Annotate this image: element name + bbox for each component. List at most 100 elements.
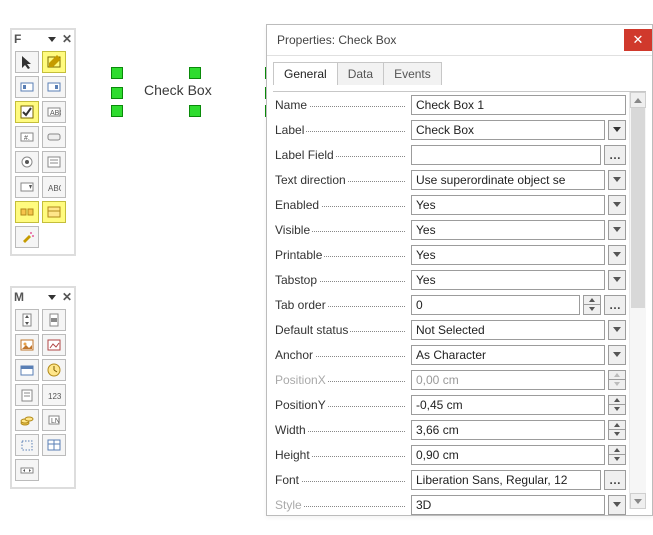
label-tool-button[interactable]: ABC: [42, 176, 66, 198]
text-direction-select[interactable]: [411, 170, 605, 190]
svg-text:#.: #.: [24, 135, 30, 142]
dropdown-icon[interactable]: [608, 320, 626, 340]
combobox-tool-button[interactable]: [15, 176, 39, 198]
toolbar-close-icon[interactable]: ✕: [62, 32, 72, 46]
date-field-tool-button[interactable]: [15, 359, 39, 381]
resize-handle[interactable]: [189, 67, 201, 79]
file-selection-tool-button[interactable]: [15, 384, 39, 406]
tab-order-input[interactable]: [411, 295, 580, 315]
scroll-thumb[interactable]: [631, 108, 645, 308]
scrollbar-tool-button[interactable]: [42, 309, 66, 331]
label-style: Style: [275, 498, 411, 512]
push-button-tool-button[interactable]: [42, 126, 66, 148]
group-box-tool-button[interactable]: [15, 434, 39, 456]
height-input[interactable]: [411, 445, 605, 465]
tab-events[interactable]: Events: [384, 62, 442, 85]
dropdown-icon[interactable]: [608, 270, 626, 290]
resize-handle[interactable]: [111, 67, 123, 79]
toolbar-more-controls: M ✕ 123 LN: [10, 286, 76, 489]
label-font: Font: [275, 473, 411, 487]
spin-buttons[interactable]: [608, 420, 626, 440]
design-mode-button[interactable]: [42, 51, 66, 73]
label-anchor: Anchor: [275, 348, 411, 362]
dialog-titlebar[interactable]: Properties: Check Box ✕: [267, 25, 652, 56]
dialog-title: Properties: Check Box: [277, 33, 624, 47]
dropdown-icon[interactable]: [608, 195, 626, 215]
wizards-button[interactable]: [15, 226, 39, 248]
tab-data[interactable]: Data: [338, 62, 384, 85]
font-input[interactable]: [411, 470, 601, 490]
default-status-select[interactable]: [411, 320, 605, 340]
dropdown-icon[interactable]: [608, 495, 626, 515]
label-name: Name: [275, 98, 411, 112]
toolbar-title: F: [14, 32, 42, 46]
label-height: Height: [275, 448, 411, 462]
toolbar-menu-icon[interactable]: [48, 295, 56, 300]
toolbar-close-icon[interactable]: ✕: [62, 290, 72, 304]
ellipsis-button[interactable]: …: [604, 295, 626, 315]
label-field-input[interactable]: [411, 145, 601, 165]
dropdown-icon[interactable]: [608, 220, 626, 240]
formatted-field-button[interactable]: #.: [15, 126, 39, 148]
dropdown-icon[interactable]: [608, 245, 626, 265]
name-input[interactable]: [411, 95, 626, 115]
anchor-select[interactable]: [411, 345, 605, 365]
toolbar-form-controls: F ✕ ABC #. ABC: [10, 28, 76, 256]
ellipsis-button[interactable]: …: [604, 145, 626, 165]
dialog-close-button[interactable]: ✕: [624, 29, 652, 51]
scrollbar[interactable]: [629, 92, 646, 509]
resize-handle[interactable]: [189, 105, 201, 117]
form-control-button-2[interactable]: [42, 76, 66, 98]
toolbar-menu-icon[interactable]: [48, 37, 56, 42]
label-tabstop: Tabstop: [275, 273, 411, 287]
design-checkbox-control[interactable]: Check Box: [116, 72, 272, 112]
width-input[interactable]: [411, 420, 605, 440]
form-control-button-1[interactable]: [15, 76, 39, 98]
resize-handle[interactable]: [111, 87, 123, 99]
position-y-input[interactable]: [411, 395, 605, 415]
dropdown-icon[interactable]: [608, 120, 626, 140]
time-field-tool-button[interactable]: [42, 359, 66, 381]
form-design-button[interactable]: [42, 201, 66, 223]
listbox-tool-button[interactable]: [42, 151, 66, 173]
image-button-tool-button[interactable]: [15, 334, 39, 356]
more-controls-button[interactable]: [15, 201, 39, 223]
select-tool-button[interactable]: [15, 51, 39, 73]
label-input[interactable]: [411, 120, 605, 140]
label-width: Width: [275, 423, 411, 437]
scroll-down-icon[interactable]: [630, 493, 646, 509]
svg-text:ABC: ABC: [50, 110, 61, 117]
ellipsis-button[interactable]: …: [604, 470, 626, 490]
position-x-input: [411, 370, 605, 390]
label-enabled: Enabled: [275, 198, 411, 212]
spin-buttons[interactable]: [608, 445, 626, 465]
spin-buttons[interactable]: [608, 395, 626, 415]
checkbox-tool-button[interactable]: [15, 101, 39, 123]
option-button-tool-button[interactable]: [15, 151, 39, 173]
style-select[interactable]: [411, 495, 605, 515]
label-visible: Visible: [275, 223, 411, 237]
visible-select[interactable]: [411, 220, 605, 240]
spin-buttons: [608, 370, 626, 390]
svg-text:123: 123: [48, 392, 61, 401]
image-control-tool-button[interactable]: [42, 334, 66, 356]
tabstop-select[interactable]: [411, 270, 605, 290]
enabled-select[interactable]: [411, 195, 605, 215]
toolbar-title: M: [14, 290, 42, 304]
numeric-field-tool-button[interactable]: 123: [42, 384, 66, 406]
label-position-y: PositionY: [275, 398, 411, 412]
dropdown-icon[interactable]: [608, 170, 626, 190]
label-position-x: PositionX: [275, 373, 411, 387]
pattern-field-tool-button[interactable]: LN: [42, 409, 66, 431]
scroll-up-icon[interactable]: [630, 92, 646, 108]
navigation-bar-tool-button[interactable]: [15, 459, 39, 481]
textbox-tool-button[interactable]: ABC: [42, 101, 66, 123]
spin-button-tool-button[interactable]: [15, 309, 39, 331]
tab-general[interactable]: General: [273, 62, 338, 85]
currency-field-tool-button[interactable]: [15, 409, 39, 431]
spin-buttons[interactable]: [583, 295, 601, 315]
resize-handle[interactable]: [111, 105, 123, 117]
table-control-tool-button[interactable]: [42, 434, 66, 456]
printable-select[interactable]: [411, 245, 605, 265]
dropdown-icon[interactable]: [608, 345, 626, 365]
